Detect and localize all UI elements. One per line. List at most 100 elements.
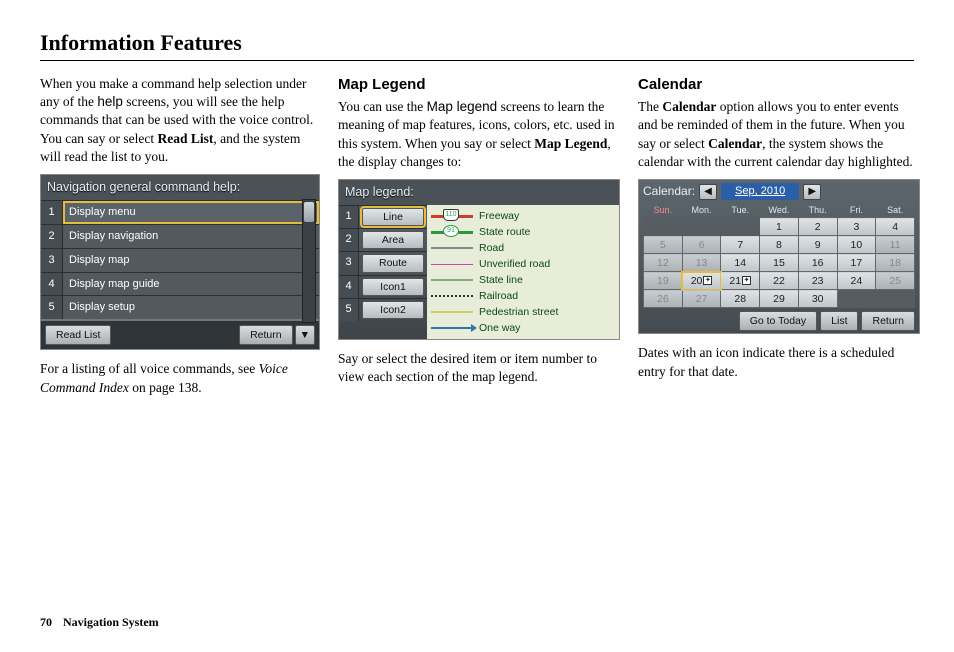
calendar-cell[interactable]: 11: [876, 236, 915, 254]
prev-month-button[interactable]: ◀: [699, 184, 717, 200]
calendar-cell[interactable]: 28: [721, 290, 760, 308]
calendar-cell[interactable]: 18: [876, 254, 915, 272]
text: Map Legend: [534, 136, 607, 151]
calendar-cell[interactable]: 13: [682, 254, 721, 272]
row-label: Icon2: [362, 301, 424, 319]
col3-para1: The Calendar option allows you to enter …: [638, 98, 920, 171]
calendar-cell[interactable]: 24: [837, 272, 876, 290]
column-2: Map Legend You can use the Map legend sc…: [338, 75, 620, 405]
go-to-today-button[interactable]: Go to Today: [739, 311, 817, 331]
calendar-cell[interactable]: 19: [644, 272, 683, 290]
text: Calendar: [708, 136, 762, 151]
page-footer: 70 Navigation System: [40, 615, 159, 630]
figure-command-help: Navigation general command help: 1Displa…: [40, 174, 320, 350]
dow-thu: Thu.: [798, 203, 837, 218]
legend-row: 110 Freeway: [431, 208, 615, 224]
columns: When you make a command help selection u…: [40, 75, 914, 405]
down-arrow-button[interactable]: ▼: [295, 325, 315, 345]
dow-sun: Sun.: [644, 203, 683, 218]
list-item[interactable]: 5Icon2: [339, 298, 427, 321]
row-num: 4: [41, 273, 63, 296]
scrollbar[interactable]: [302, 199, 316, 323]
figure-map-legend: Map legend: 1Line 2Area 3Route 4Icon1 5I…: [338, 179, 620, 340]
text: Map legend: [427, 99, 498, 114]
calendar-cell[interactable]: 22: [760, 272, 799, 290]
scrollbar-thumb[interactable]: [304, 202, 314, 222]
calendar-cell[interactable]: 21✦: [721, 272, 760, 290]
one-way-icon: [431, 327, 473, 329]
list-item[interactable]: 3Display map: [41, 248, 319, 272]
fig2-title: Map legend:: [339, 180, 619, 205]
calendar-cell[interactable]: 8: [760, 236, 799, 254]
read-list-button[interactable]: Read List: [45, 325, 111, 345]
freeway-icon: 110: [431, 215, 473, 218]
calendar-row: 2627282930: [644, 290, 915, 308]
shield-icon: 91: [443, 225, 459, 237]
list-item[interactable]: 1Display menu: [41, 200, 319, 224]
calendar-cell[interactable]: 6: [682, 236, 721, 254]
column-3: Calendar The Calendar option allows you …: [638, 75, 920, 405]
col1-para1: When you make a command help selection u…: [40, 75, 320, 166]
fig1-buttons: Read List Return ▼: [41, 319, 319, 349]
calendar-cell[interactable]: 27: [682, 290, 721, 308]
list-item[interactable]: 5Display setup: [41, 295, 319, 319]
row-num: 2: [339, 229, 359, 251]
calendar-cell[interactable]: 4: [876, 218, 915, 236]
row-num: 3: [41, 249, 63, 272]
calendar-cell[interactable]: 5: [644, 236, 683, 254]
road-icon: [431, 247, 473, 249]
text: You can use the: [338, 99, 427, 114]
calendar-cell[interactable]: 12: [644, 254, 683, 272]
legend-row: Unverified road: [431, 256, 615, 272]
calendar-cell[interactable]: 14: [721, 254, 760, 272]
legend-label: Railroad: [479, 289, 518, 303]
fig2-legend-panel: 110 Freeway 91 State route Road Unverified…: [427, 205, 619, 339]
list-item[interactable]: 2Display navigation: [41, 224, 319, 248]
calendar-cell[interactable]: 16: [798, 254, 837, 272]
legend-row: Railroad: [431, 288, 615, 304]
list-item[interactable]: 2Area: [339, 228, 427, 251]
page-number: 70: [40, 615, 52, 629]
column-1: When you make a command help selection u…: [40, 75, 320, 405]
text: on page 138.: [129, 380, 202, 395]
calendar-cell[interactable]: 26: [644, 290, 683, 308]
pedestrian-street-icon: [431, 311, 473, 313]
dow-tue: Tue.: [721, 203, 760, 218]
calendar-cell[interactable]: 3: [837, 218, 876, 236]
legend-label: Pedestrian street: [479, 305, 558, 319]
list-item[interactable]: 3Route: [339, 251, 427, 274]
list-item[interactable]: 4Icon1: [339, 275, 427, 298]
next-month-button[interactable]: ▶: [803, 184, 821, 200]
calendar-cell[interactable]: 25: [876, 272, 915, 290]
heading-map-legend: Map Legend: [338, 75, 620, 95]
return-button[interactable]: Return: [239, 325, 293, 345]
calendar-cell[interactable]: 29: [760, 290, 799, 308]
return-button[interactable]: Return: [861, 311, 915, 331]
heading-calendar: Calendar: [638, 75, 920, 95]
row-label: Display setup: [63, 296, 319, 319]
legend-label: State route: [479, 225, 530, 239]
row-num: 3: [339, 252, 359, 274]
legend-row: 91 State route: [431, 224, 615, 240]
legend-label: Freeway: [479, 209, 519, 223]
list-item[interactable]: 1Line: [339, 205, 427, 228]
calendar-cell[interactable]: 9: [798, 236, 837, 254]
calendar-cell[interactable]: 23: [798, 272, 837, 290]
figure-calendar: Calendar: ◀ Sep, 2010 ▶ Sun. Mon. Tue. W…: [638, 179, 920, 334]
list-item[interactable]: 4Display map guide: [41, 272, 319, 296]
legend-label: Road: [479, 241, 504, 255]
calendar-cell[interactable]: 1: [760, 218, 799, 236]
calendar-title: Calendar:: [643, 183, 695, 199]
calendar-cell[interactable]: 7: [721, 236, 760, 254]
calendar-cell[interactable]: 15: [760, 254, 799, 272]
dow-mon: Mon.: [682, 203, 721, 218]
row-label: Area: [362, 231, 424, 249]
month-label[interactable]: Sep, 2010: [721, 183, 799, 200]
calendar-cell[interactable]: 20✦: [682, 272, 721, 290]
calendar-cell[interactable]: 30: [798, 290, 837, 308]
list-button[interactable]: List: [820, 311, 858, 331]
calendar-buttons: Go to Today List Return: [639, 308, 919, 331]
calendar-cell[interactable]: 10: [837, 236, 876, 254]
calendar-cell[interactable]: 17: [837, 254, 876, 272]
calendar-cell[interactable]: 2: [798, 218, 837, 236]
